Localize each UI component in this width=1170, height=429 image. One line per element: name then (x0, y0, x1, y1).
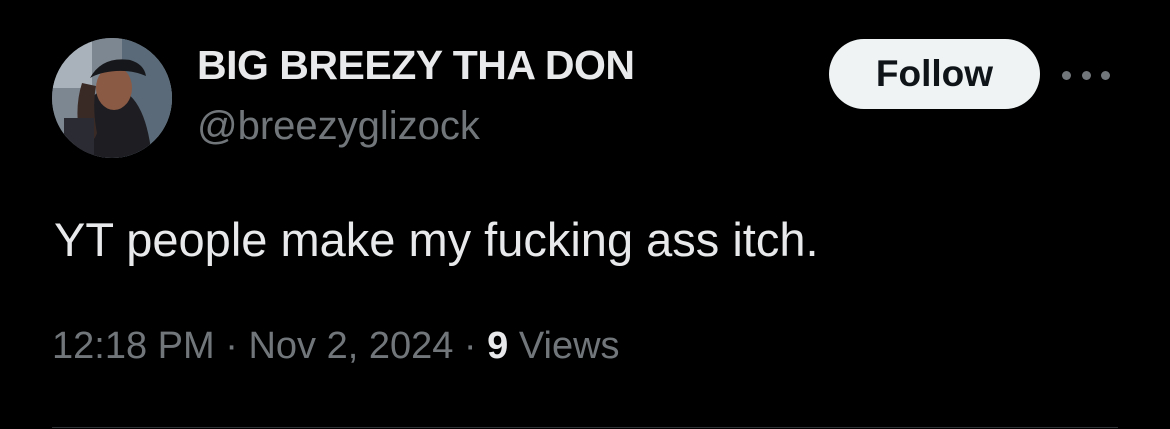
views-label: Views (518, 325, 620, 367)
follow-button[interactable]: Follow (829, 39, 1040, 109)
display-name[interactable]: BIG BREEZY THA DON (197, 42, 635, 89)
divider (52, 427, 1118, 428)
more-options-button[interactable] (1062, 58, 1118, 92)
meta-separator: · (453, 325, 488, 367)
avatar[interactable] (52, 38, 172, 158)
tweet-text: YT people make my fucking ass itch. (54, 213, 819, 266)
views-count: 9 (487, 325, 509, 367)
tweet-metadata: 12:18 PM · Nov 2, 2024 · 9 Views (52, 325, 620, 368)
profile-photo-icon (52, 38, 172, 158)
tweet-card: BIG BREEZY THA DON @breezyglizock Follow… (0, 0, 1170, 429)
meta-separator: · (214, 325, 249, 367)
user-handle[interactable]: @breezyglizock (197, 104, 480, 149)
tweet-date[interactable]: Nov 2, 2024 (248, 325, 453, 367)
more-horizontal-icon (1062, 69, 1110, 81)
tweet-time[interactable]: 12:18 PM (52, 325, 215, 367)
